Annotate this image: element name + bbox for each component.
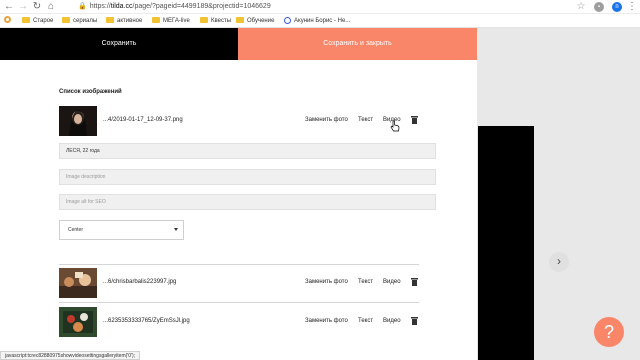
url-prefix: https:// <box>89 3 111 10</box>
bookmark-item[interactable]: сериалы <box>62 16 97 26</box>
apps-icon[interactable] <box>4 16 11 26</box>
image-filename: ...6235353333765/ZyEmSsJl.jpg <box>103 318 190 324</box>
trash-icon[interactable] <box>411 317 418 325</box>
image-thumbnail[interactable] <box>59 268 97 298</box>
profile-avatar[interactable]: п <box>612 2 622 12</box>
page-icon <box>284 16 291 24</box>
address-bar[interactable]: 🔒 https://tilda.cc/page/?pageid=4499189&p… <box>78 2 578 12</box>
forward-icon[interactable]: → <box>17 1 29 13</box>
editor-area: Сохранить Сохранить и закрыть Список изо… <box>0 28 640 360</box>
alignment-select[interactable]: Center <box>59 220 184 240</box>
folder-icon <box>22 17 30 24</box>
image-list-item: ...4/2019-01-17_12-09-37.png Заменить фо… <box>59 106 419 136</box>
image-filename: ...6/chrisbarbalis223997.jpg <box>103 279 177 285</box>
help-button[interactable]: ? <box>594 317 624 347</box>
folder-icon <box>62 17 70 24</box>
image-thumbnail[interactable] <box>59 307 97 337</box>
image-list-title: Список изображений <box>59 89 122 95</box>
image-thumbnail[interactable] <box>59 106 97 136</box>
gallery-settings-panel: Сохранить Сохранить и закрыть Список изо… <box>0 28 477 360</box>
bookmark-item[interactable]: МЕГА-live <box>152 16 190 26</box>
replace-photo-link[interactable]: Заменить фото <box>305 279 348 285</box>
folder-icon <box>106 17 114 24</box>
text-link[interactable]: Текст <box>358 318 373 324</box>
back-icon[interactable]: ← <box>3 1 15 13</box>
trash-icon[interactable] <box>411 278 418 286</box>
save-button[interactable]: Сохранить <box>0 28 238 60</box>
text-link[interactable]: Текст <box>358 117 373 123</box>
star-icon[interactable]: ☆ <box>575 1 587 13</box>
divider <box>59 302 419 303</box>
bookmarks-bar: Старое сериалы активное МЕГА-live Квесты… <box>0 14 640 28</box>
menu-icon[interactable]: ⋮ <box>626 1 638 13</box>
extension-icon[interactable]: ▪ <box>594 2 604 12</box>
lock-icon: 🔒 <box>78 3 87 10</box>
image-title-field[interactable]: ЛЕСЯ, 22 года <box>59 143 436 159</box>
alignment-value: Center <box>68 227 84 233</box>
image-filename: ...4/2019-01-17_12-09-37.png <box>103 117 183 123</box>
divider <box>59 264 419 265</box>
chevron-right-icon[interactable]: › <box>549 252 569 272</box>
preview-slide <box>478 126 534 360</box>
hand-cursor-icon <box>390 120 400 132</box>
trash-icon[interactable] <box>411 116 418 124</box>
reload-icon[interactable]: ↻ <box>31 1 43 13</box>
bookmark-item[interactable]: Старое <box>22 16 53 26</box>
status-bar-link: javascript:tcrec82880975showvideosetting… <box>0 351 141 360</box>
browser-toolbar: ← → ↻ ⌂ 🔒 https://tilda.cc/page/?pageid=4… <box>0 0 640 14</box>
text-link[interactable]: Текст <box>358 279 373 285</box>
bookmark-item[interactable]: Обучение <box>236 16 274 26</box>
folder-icon <box>200 17 208 24</box>
chevron-down-icon <box>174 228 178 231</box>
image-alt-field[interactable]: Image alt for SEO <box>59 194 436 210</box>
image-list-item: ...6235353333765/ZyEmSsJl.jpg Заменить ф… <box>59 307 419 337</box>
folder-icon <box>236 17 244 24</box>
video-link[interactable]: Видео <box>383 318 401 324</box>
bookmark-item[interactable]: активное <box>106 16 142 26</box>
folder-icon <box>152 17 160 24</box>
image-description-field[interactable]: Image description <box>59 169 436 185</box>
save-and-close-button[interactable]: Сохранить и закрыть <box>238 28 477 60</box>
image-list-item: ...6/chrisbarbalis223997.jpg Заменить фо… <box>59 268 419 298</box>
bookmark-item[interactable]: Квесты <box>200 16 231 26</box>
replace-photo-link[interactable]: Заменить фото <box>305 117 348 123</box>
video-link[interactable]: Видео <box>383 279 401 285</box>
home-icon[interactable]: ⌂ <box>45 1 57 13</box>
replace-photo-link[interactable]: Заменить фото <box>305 318 348 324</box>
url-path: /page/?pageid=4499189&projectid=1046629 <box>132 3 271 10</box>
bookmark-item[interactable]: Акунин Борис - Не... <box>284 16 350 26</box>
url-domain: tilda.cc <box>110 3 133 10</box>
